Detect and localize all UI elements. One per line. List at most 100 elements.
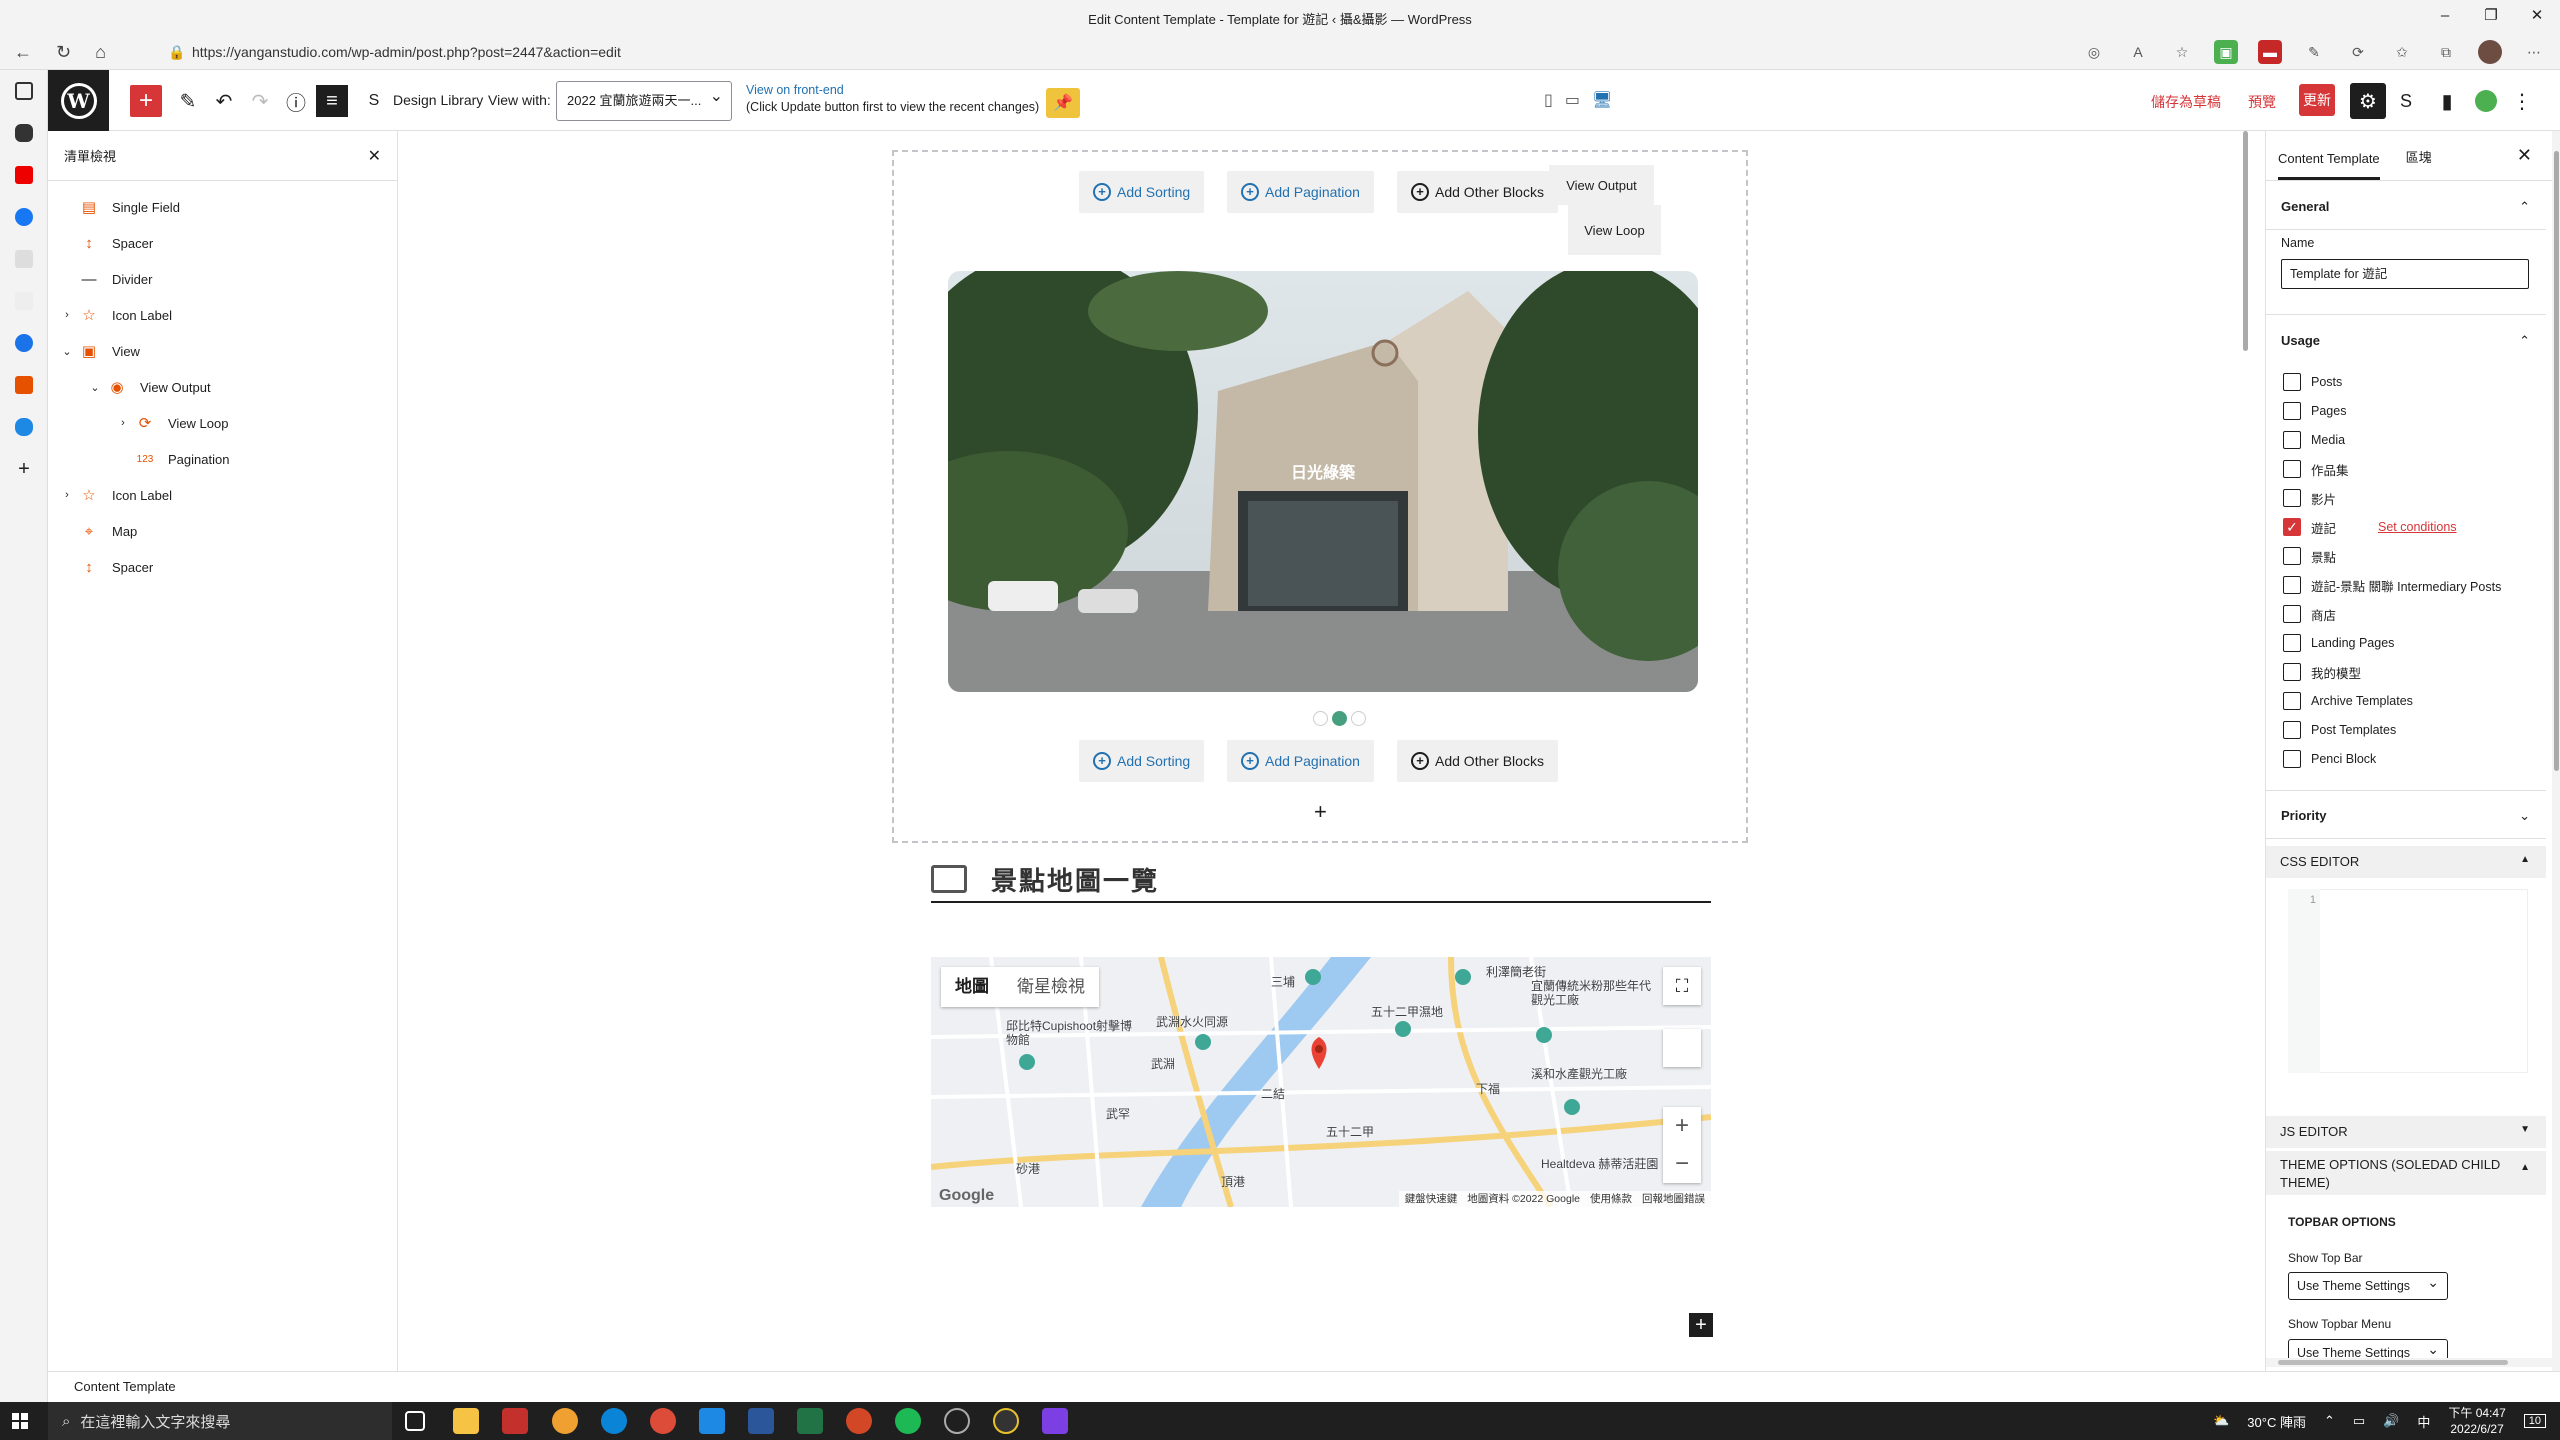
list-view-item[interactable]: ↕ Spacer [58, 549, 153, 585]
usage-checkbox-row[interactable]: 商店 [2283, 604, 2336, 624]
maximize-button[interactable]: ❐ [2468, 0, 2514, 34]
list-view-item[interactable]: ⌖ Map [58, 513, 138, 549]
add-pagination-button-bottom[interactable]: + Add Pagination [1227, 740, 1374, 782]
favorites-bar-icon[interactable]: ✩ [2390, 40, 2414, 64]
pegman-icon[interactable] [1663, 1029, 1701, 1067]
zoom-in-icon[interactable]: + [1663, 1107, 1701, 1145]
usage-checkbox[interactable] [2283, 431, 2301, 449]
usage-checkbox-row[interactable]: Penci Block [2283, 749, 2376, 769]
mobile-preview-icon[interactable]: ▯ [1544, 90, 1553, 110]
spotify-icon[interactable] [895, 1408, 921, 1434]
shopping-icon[interactable] [0, 364, 48, 406]
usage-checkbox[interactable] [2283, 663, 2301, 681]
usage-checkbox[interactable] [2283, 373, 2301, 391]
slider-dot[interactable] [1313, 711, 1328, 726]
map-footer-link[interactable]: 鍵盤快速鍵 [1405, 1191, 1458, 1207]
usage-checkbox-row[interactable]: 遊記-景點 關聯 Intermediary Posts [2283, 575, 2501, 595]
usage-checkbox-row[interactable]: Pages [2283, 401, 2346, 421]
usage-checkbox[interactable] [2283, 750, 2301, 768]
usage-checkbox[interactable] [2283, 489, 2301, 507]
home-icon[interactable]: ⌂ [95, 42, 106, 63]
collections-icon[interactable]: ⧉ [2434, 40, 2458, 64]
url-field[interactable]: 🔒 https://yanganstudio.com/wp-admin/post… [158, 38, 2108, 66]
search-icon[interactable] [0, 322, 48, 364]
map-footer-link[interactable]: 地圖資料 ©2022 Google [1467, 1191, 1580, 1207]
edge-browser-icon[interactable] [601, 1408, 627, 1434]
add-block-inline-icon[interactable]: + [1314, 799, 1327, 825]
close-window-button[interactable]: ✕ [2514, 0, 2560, 34]
chevron-right-icon[interactable]: › [58, 309, 76, 321]
usage-checkbox[interactable] [2283, 721, 2301, 739]
powerpoint-icon[interactable] [846, 1408, 872, 1434]
view-loop-tag[interactable]: View Loop [1568, 205, 1661, 255]
redo-icon[interactable]: ↷ [244, 85, 276, 117]
show-top-bar-select[interactable]: Use Theme Settings [2288, 1269, 2448, 1300]
add-block-bottom-button[interactable]: + [1689, 1313, 1713, 1337]
map-tab[interactable]: 地圖 [941, 967, 1003, 1007]
slider-dot[interactable] [1351, 711, 1366, 726]
windows-start-icon[interactable] [12, 1413, 28, 1429]
css-editor-header[interactable]: CSS EDITOR ▲ [2266, 846, 2546, 878]
usage-checkbox-row[interactable]: 景點 [2283, 546, 2336, 566]
editor-breadcrumb[interactable]: Content Template [48, 1371, 2560, 1402]
css-editor-textarea[interactable] [2288, 889, 2528, 1073]
list-view-button[interactable]: ≡ [316, 85, 348, 117]
usage-checkbox[interactable]: ✓ [2283, 518, 2301, 536]
map-footer-link[interactable]: 使用條款 [1590, 1191, 1632, 1207]
slider-dot[interactable] [1332, 711, 1347, 726]
toolset-plugin-icon[interactable]: S [2390, 85, 2422, 117]
settings-scrollbar[interactable] [2552, 131, 2560, 1371]
save-draft-button[interactable]: 儲存為草稿 [2151, 92, 2221, 112]
notifications-icon[interactable]: 10 [2523, 1414, 2546, 1428]
theme-options-header[interactable]: THEME OPTIONS (SOLEDAD CHILD THEME) ▲ [2266, 1151, 2546, 1195]
details-info-icon[interactable]: ⓘ [280, 85, 312, 117]
view-front-end-link[interactable]: View on front-end [746, 83, 844, 97]
list-view-item[interactable]: ⌄ ▣ View [58, 333, 140, 369]
list-view-item[interactable]: › ⟳ View Loop [114, 405, 228, 441]
usage-checkbox-row[interactable]: 我的模型 [2283, 662, 2361, 682]
set-conditions-link[interactable]: Set conditions [2378, 520, 2457, 534]
map-section-heading[interactable]: 景點地圖一覽 [931, 857, 1711, 903]
tablet-preview-icon[interactable]: ▭ [1565, 90, 1580, 110]
usage-checkbox-row[interactable]: Media [2283, 430, 2345, 450]
usage-checkbox[interactable] [2283, 605, 2301, 623]
list-view-item[interactable]: 123 Pagination [114, 441, 230, 477]
usage-checkbox-row[interactable]: Post Templates [2283, 720, 2396, 740]
weather-text[interactable]: 30°C 陣雨 [2247, 1412, 2306, 1431]
usage-checkbox[interactable] [2283, 460, 2301, 478]
list-view-item[interactable]: ↕ Spacer [58, 225, 153, 261]
app-circle-icon[interactable] [944, 1408, 970, 1434]
usage-checkbox-row[interactable]: Landing Pages [2283, 633, 2394, 653]
map-footer-link[interactable]: 回報地圖錯誤 [1642, 1191, 1705, 1207]
canvas-scrollbar[interactable] [2243, 131, 2248, 1371]
tabs-icon[interactable] [0, 70, 48, 112]
edit-tools-icon[interactable]: ✎ [172, 85, 204, 117]
network-icon[interactable]: ▭ [2353, 1413, 2365, 1429]
app-yellow-icon[interactable] [993, 1408, 1019, 1434]
meta-icon[interactable] [0, 196, 48, 238]
google-map[interactable]: 三埔 五十二甲濕地 利澤簡老街 宜蘭傳統米粉那些年代觀光工廠 邱比特Cupishoot射… [931, 957, 1711, 1207]
list-view-item[interactable]: — Divider [58, 261, 153, 297]
app-red-icon[interactable] [502, 1408, 528, 1434]
toolset-icon[interactable] [0, 238, 48, 280]
design-library-button[interactable]: Design Library [393, 92, 483, 108]
close-settings-icon[interactable]: ✕ [2517, 145, 2532, 166]
performance-icon[interactable] [2470, 85, 2502, 117]
word-icon[interactable] [748, 1408, 774, 1434]
priority-section-header[interactable]: Priority ⌄ [2266, 808, 2546, 823]
chevron-down-icon[interactable]: ⌄ [58, 345, 76, 358]
extension-sync-icon[interactable]: ⟳ [2346, 40, 2370, 64]
wordpress-logo-icon[interactable]: W [48, 70, 109, 131]
view-output-tag[interactable]: View Output [1549, 165, 1654, 205]
usage-checkbox-row[interactable]: ✓ 遊記 Set conditions [2283, 517, 2457, 537]
design-library-icon[interactable]: S [358, 85, 390, 117]
volume-icon[interactable]: 🔊 [2383, 1413, 2399, 1429]
minimize-button[interactable]: – [2422, 0, 2468, 34]
desktop-preview-icon[interactable]: 🖥 [1592, 90, 1612, 110]
usage-section-header[interactable]: Usage ⌃ [2266, 333, 2546, 348]
add-sidebar-app-icon[interactable]: + [0, 448, 48, 490]
weather-icon[interactable]: ⛅ [2213, 1413, 2229, 1429]
favorite-icon[interactable]: ☆ [2170, 40, 2194, 64]
settings-horizontal-scrollbar[interactable] [2266, 1358, 2552, 1367]
mail-icon[interactable] [699, 1408, 725, 1434]
